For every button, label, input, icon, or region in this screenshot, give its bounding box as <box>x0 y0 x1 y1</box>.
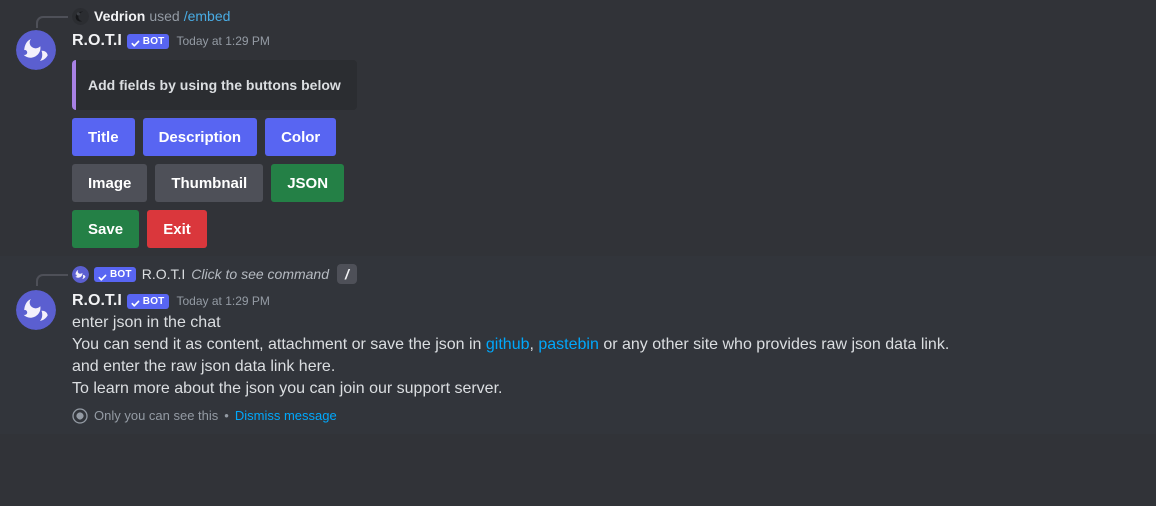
footer-separator: • <box>224 408 229 423</box>
button-row-2: Image Thumbnail JSON <box>72 164 1140 202</box>
embed-description: Add fields by using the buttons below <box>88 77 341 93</box>
discord-chat-window: Vedrion used /embed R.O.T.I BOT Today at… <box>0 0 1156 506</box>
button-description[interactable]: Description <box>142 118 258 156</box>
button-save[interactable]: Save <box>72 210 140 248</box>
author-name[interactable]: R.O.T.I <box>72 31 122 51</box>
component-button-rows: Title Description Color Image Thumbnail … <box>72 118 1140 248</box>
button-thumbnail[interactable]: Thumbnail <box>155 164 264 202</box>
ephemeral-footer: Only you can see this • Dismiss message <box>72 408 1140 434</box>
button-row-3: Save Exit <box>72 210 1140 248</box>
check-icon <box>97 269 108 281</box>
bot-badge-label: BOT <box>142 295 165 307</box>
button-json[interactable]: JSON <box>271 164 345 202</box>
dismiss-message-link[interactable]: Dismiss message <box>235 408 337 424</box>
user-avatar-icon[interactable] <box>72 7 89 25</box>
bot-avatar-moon-icon[interactable] <box>16 30 56 70</box>
bot-badge-reply: BOT <box>94 266 136 282</box>
message-body-2: R.O.T.I BOT Today at 1:29 PM enter json … <box>0 286 1140 434</box>
button-title[interactable]: Title <box>72 118 135 156</box>
eye-icon <box>72 408 88 424</box>
content-line-1: enter json in the chat <box>72 314 221 331</box>
bot-avatar-moon-icon[interactable] <box>16 290 56 330</box>
button-row-1: Title Description Color <box>72 118 1140 156</box>
interaction-header: Vedrion used /embed <box>0 4 1140 28</box>
slash-command-icon[interactable]: / <box>337 264 357 284</box>
bot-badge: BOT <box>126 33 169 49</box>
author-name[interactable]: R.O.T.I <box>72 291 122 311</box>
message-timestamp: Today at 1:29 PM <box>176 34 270 48</box>
message-ephemeral-json-help: BOT R.O.T.I Click to see command / R.O.T… <box>0 256 1156 434</box>
reply-spine-2 <box>36 274 68 286</box>
button-exit[interactable]: Exit <box>147 210 208 248</box>
content-line-2: You can send it as content, attachment o… <box>72 334 1140 356</box>
interaction-hint[interactable]: Click to see command <box>191 265 329 283</box>
interaction-used-label: used <box>149 8 180 24</box>
button-image[interactable]: Image <box>72 164 148 202</box>
reply-spine <box>36 16 68 28</box>
interaction-user-name[interactable]: Vedrion <box>94 7 145 25</box>
interaction-header-2: BOT R.O.T.I Click to see command / <box>0 262 1140 286</box>
bot-badge-label: BOT <box>142 35 165 47</box>
check-icon <box>130 296 141 307</box>
content-line-3: and enter the raw json data link here. <box>72 358 336 375</box>
button-color[interactable]: Color <box>265 118 337 156</box>
message-body: R.O.T.I BOT Today at 1:29 PM Add fields … <box>0 28 1140 248</box>
bot-avatar-moon-icon[interactable] <box>72 265 89 283</box>
author-line-2: R.O.T.I BOT Today at 1:29 PM <box>72 290 1140 312</box>
content-line-4: To learn more about the json you can joi… <box>72 380 503 397</box>
link-github[interactable]: github <box>486 336 530 353</box>
bot-badge-label: BOT <box>110 268 132 280</box>
check-icon <box>130 36 141 47</box>
embed-card: Add fields by using the buttons below <box>72 60 357 110</box>
interaction-bot-name[interactable]: R.O.T.I <box>142 265 186 283</box>
link-pastebin[interactable]: pastebin <box>538 336 599 353</box>
content-text: You can send it as content, attachment o… <box>72 336 486 353</box>
content-text: or any other site who provides raw json … <box>598 336 950 353</box>
interaction-command-name[interactable]: /embed <box>184 7 231 25</box>
bot-badge: BOT <box>126 293 169 309</box>
ephemeral-notice: Only you can see this <box>94 408 219 423</box>
message-timestamp: Today at 1:29 PM <box>176 294 270 308</box>
message-embed-builder: Vedrion used /embed R.O.T.I BOT Today at… <box>0 0 1156 248</box>
author-line: R.O.T.I BOT Today at 1:29 PM <box>72 30 1140 52</box>
